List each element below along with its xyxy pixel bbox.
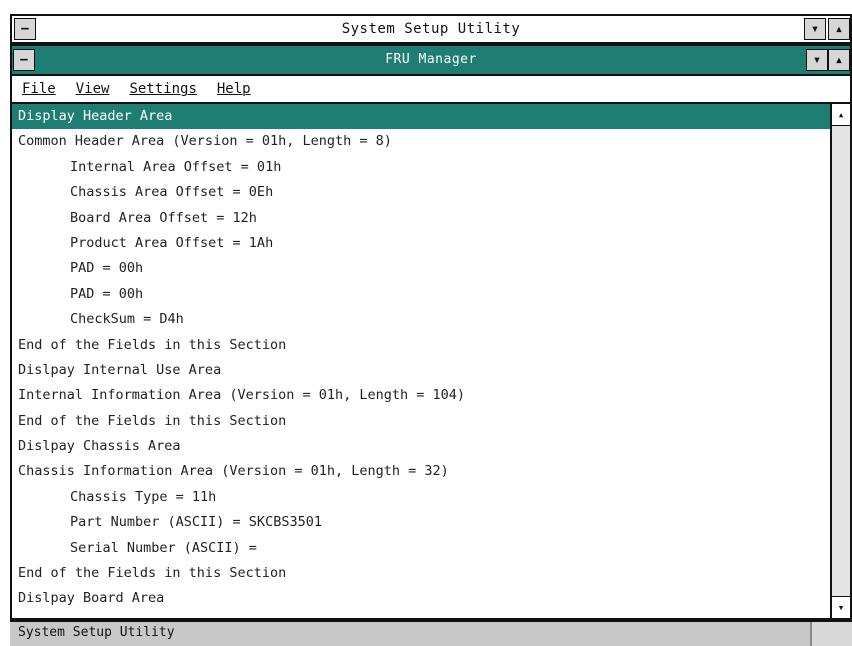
scroll-up-button[interactable]: ▴ [832,104,850,126]
arrow-up-icon: ▴ [837,108,845,121]
list-item[interactable]: Dislpay Internal Use Area [12,358,830,383]
menu-view[interactable]: View [76,81,110,97]
maximize-icon: ▴ [834,52,844,68]
list-item[interactable]: Dislpay Chassis Area [12,434,830,459]
fru-manager-window: − FRU Manager ▾ ▴ File View Settings Hel… [10,44,852,620]
minimize-icon: ▾ [812,52,822,68]
window-title: FRU Manager [385,52,477,67]
list-item[interactable]: CheckSum = D4h [12,307,830,332]
menu-bar: File View Settings Help [12,76,850,104]
list-item[interactable]: Display Header Area [12,104,830,130]
scroll-down-button[interactable]: ▾ [832,596,850,618]
list-item[interactable]: Product Area Offset = 1Ah [12,231,830,256]
list-item[interactable]: Part Number (ASCII) = SKCBS3501 [12,510,830,535]
app-title-bar: − System Setup Utility ▾ ▴ [10,14,852,44]
menu-help[interactable]: Help [217,81,251,97]
list-item[interactable]: Common Header Area (Version = 01h, Lengt… [12,129,830,154]
window-title-bar: − FRU Manager ▾ ▴ [12,46,850,76]
list-item[interactable]: Chassis Area Offset = 0Eh [12,180,830,205]
window-minimize-button[interactable]: ▾ [806,49,828,71]
list-item[interactable]: End of the Fields in this Section [12,409,830,434]
fru-field-list: Display Header Area Common Header Area (V… [12,104,830,618]
list-item[interactable]: Serial Number (ASCII) = [12,536,830,561]
list-item[interactable]: Chassis Type = 11h [12,485,830,510]
list-item[interactable]: Dislpay Board Area [12,586,830,611]
status-panel [810,622,852,646]
list-item[interactable]: PAD = 00h [12,256,830,281]
maximize-icon: ▴ [834,21,844,37]
list-item[interactable]: End of the Fields in this Section [12,561,830,586]
minimize-icon: ▾ [810,21,820,37]
list-item[interactable]: Internal Area Offset = 01h [12,155,830,180]
list-item[interactable]: Chassis Information Area (Version = 01h,… [12,459,830,484]
vertical-scrollbar[interactable]: ▴ ▾ [830,104,850,618]
app-title: System Setup Utility [341,21,521,37]
screen: − System Setup Utility ▾ ▴ − FRU Manager… [0,0,852,646]
arrow-down-icon: ▾ [837,601,845,614]
window-maximize-button[interactable]: ▴ [828,49,850,71]
list-item[interactable]: Board Area Offset = 12h [12,206,830,231]
list-item[interactable]: PAD = 00h [12,282,830,307]
status-text: System Setup Utility [18,625,175,640]
app-maximize-button[interactable]: ▴ [828,18,850,40]
menu-settings[interactable]: Settings [129,81,196,97]
list-item[interactable]: End of the Fields in this Section [12,333,830,358]
list-item[interactable]: Internal Information Area (Version = 01h… [12,383,830,408]
menu-file[interactable]: File [22,81,56,97]
app-minimize-button[interactable]: ▾ [804,18,826,40]
status-bar: System Setup Utility [10,620,852,646]
